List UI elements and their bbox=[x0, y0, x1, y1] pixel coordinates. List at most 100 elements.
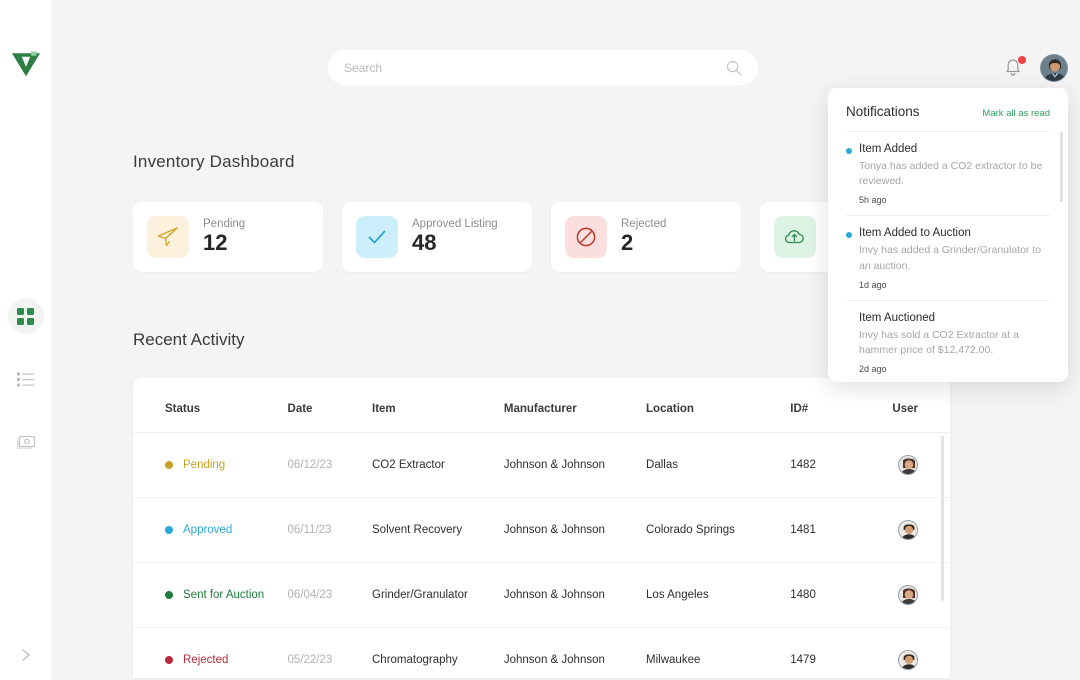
avatar-image bbox=[899, 586, 917, 604]
notifications-title: Notifications bbox=[846, 104, 920, 119]
cell-user bbox=[877, 627, 950, 678]
notifications-header: Notifications Mark all as read bbox=[828, 88, 1068, 131]
notification-title: Item Added bbox=[859, 143, 918, 155]
column-status[interactable]: Status bbox=[133, 378, 288, 433]
column-date[interactable]: Date bbox=[287, 378, 372, 433]
notification-body: Tonya has added a CO2 extractor to be re… bbox=[859, 160, 1043, 188]
cell-id: 1479 bbox=[790, 627, 878, 678]
banknote-icon bbox=[16, 435, 35, 449]
status-dot bbox=[165, 461, 173, 469]
notifications-panel: Notifications Mark all as read Item Adde… bbox=[828, 88, 1068, 382]
cell-manufacturer: Johnson & Johnson bbox=[503, 627, 647, 678]
status-badge: Pending bbox=[165, 459, 288, 471]
check-icon bbox=[368, 230, 386, 244]
stat-value: 12 bbox=[203, 230, 228, 256]
stat-card-pending[interactable]: Pending 12 bbox=[133, 202, 323, 272]
avatar[interactable] bbox=[898, 520, 918, 540]
cell-status: Rejected bbox=[133, 627, 288, 678]
cell-date: 05/22/23 bbox=[287, 627, 372, 678]
prohibited-icon bbox=[576, 227, 596, 247]
sidebar-expand-button[interactable] bbox=[0, 630, 51, 680]
status-badge: Sent for Auction bbox=[165, 589, 288, 601]
notifications-scrollbar[interactable] bbox=[1060, 132, 1063, 202]
table-body: Pending 06/12/23 CO2 Extractor Johnson &… bbox=[133, 432, 950, 678]
recent-activity-table: Status Date Item Manufacturer Location I… bbox=[133, 378, 950, 678]
table-header-row: Status Date Item Manufacturer Location I… bbox=[133, 378, 950, 433]
grid-icon bbox=[17, 307, 34, 325]
user-avatar[interactable] bbox=[1040, 54, 1068, 82]
cell-date: 06/04/23 bbox=[287, 562, 372, 628]
unread-dot bbox=[846, 148, 852, 154]
cell-location: Dallas bbox=[646, 432, 791, 498]
section-title: Recent Activity bbox=[133, 330, 245, 349]
cell-manufacturer: Johnson & Johnson bbox=[503, 432, 647, 498]
rejected-icon-wrap bbox=[565, 216, 607, 258]
avatar[interactable] bbox=[898, 650, 918, 670]
notifications-button[interactable] bbox=[1003, 56, 1026, 80]
column-id[interactable]: ID# bbox=[790, 378, 878, 433]
cell-date: 06/11/23 bbox=[287, 497, 372, 563]
notification-time: 5h ago bbox=[859, 195, 887, 206]
avatar[interactable] bbox=[898, 585, 918, 605]
status-dot bbox=[165, 526, 173, 534]
status-dot bbox=[165, 656, 173, 664]
search-icon[interactable] bbox=[726, 60, 742, 76]
sidebar-item-payments[interactable] bbox=[8, 424, 44, 460]
cell-item: CO2 Extractor bbox=[372, 432, 504, 498]
stat-card-rejected[interactable]: Rejected 2 bbox=[551, 202, 741, 272]
cell-item: Chromatography bbox=[372, 627, 504, 678]
notification-item[interactable]: Item Auctioned Invy has sold a CO2 Extra… bbox=[846, 299, 1050, 382]
cell-date: 06/12/23 bbox=[287, 432, 372, 498]
activity-table: Status Date Item Manufacturer Location I… bbox=[133, 378, 950, 678]
cell-user bbox=[877, 432, 950, 498]
table-row[interactable]: Pending 06/12/23 CO2 Extractor Johnson &… bbox=[133, 432, 950, 498]
table-row[interactable]: Sent for Auction 06/04/23 Grinder/Granul… bbox=[133, 562, 950, 628]
notification-time: 1d ago bbox=[859, 279, 887, 290]
sidebar-item-dashboard[interactable] bbox=[7, 298, 44, 334]
status-badge: Rejected bbox=[165, 654, 288, 666]
column-user[interactable]: User bbox=[877, 378, 950, 433]
page-title: Inventory Dashboard bbox=[133, 152, 295, 171]
stat-value: 2 bbox=[621, 230, 634, 256]
search-bar[interactable] bbox=[328, 50, 758, 85]
table-row[interactable]: Approved 06/11/23 Solvent Recovery Johns… bbox=[133, 497, 950, 563]
mark-all-as-read-button[interactable]: Mark all as read bbox=[982, 108, 1050, 119]
stat-label: Pending bbox=[203, 218, 246, 231]
column-location[interactable]: Location bbox=[646, 378, 791, 433]
approved-text: Approved Listing 48 bbox=[412, 218, 498, 255]
cell-status: Sent for Auction bbox=[133, 562, 288, 628]
app-logo[interactable] bbox=[8, 44, 44, 80]
notification-item[interactable]: Item Added Tonya has added a CO2 extract… bbox=[846, 131, 1050, 215]
column-item[interactable]: Item bbox=[372, 378, 504, 433]
table-scrollbar[interactable] bbox=[941, 436, 944, 601]
cloud-upload-icon bbox=[784, 230, 804, 244]
avatar-image bbox=[899, 521, 917, 539]
notifications-list: Item Added Tonya has added a CO2 extract… bbox=[828, 131, 1068, 382]
cell-location: Los Angeles bbox=[646, 562, 791, 628]
search-input[interactable] bbox=[344, 60, 726, 75]
stat-label: Approved Listing bbox=[412, 218, 498, 231]
status-label: Sent for Auction bbox=[183, 589, 265, 601]
notification-item[interactable]: Item Added to Auction Invy has added a G… bbox=[846, 215, 1050, 299]
avatar-image bbox=[899, 651, 917, 669]
avatar[interactable] bbox=[898, 455, 918, 475]
paper-plane-icon bbox=[157, 227, 178, 247]
sidebar-item-listings[interactable] bbox=[8, 361, 44, 397]
vertical-logo-icon bbox=[11, 51, 40, 77]
stat-card-approved[interactable]: Approved Listing 48 bbox=[342, 202, 532, 272]
notification-body: Invy has sold a CO2 Extractor at a hamme… bbox=[859, 328, 1019, 357]
stat-value: 48 bbox=[412, 230, 437, 256]
cell-location: Milwaukee bbox=[646, 627, 791, 678]
rejected-text: Rejected 2 bbox=[621, 218, 666, 255]
cell-status: Approved bbox=[133, 497, 288, 563]
cell-location: Colorado Springs bbox=[646, 497, 791, 563]
table-row[interactable]: Rejected 05/22/23 Chromatography Johnson… bbox=[133, 627, 950, 678]
cell-manufacturer: Johnson & Johnson bbox=[503, 497, 647, 563]
approved-icon-wrap bbox=[356, 216, 398, 258]
column-manufacturer[interactable]: Manufacturer bbox=[503, 378, 647, 433]
cell-user bbox=[877, 562, 950, 628]
avatar-image bbox=[899, 456, 917, 474]
topbar-actions bbox=[1003, 54, 1068, 82]
notification-title: Item Auctioned bbox=[859, 311, 936, 324]
status-dot bbox=[165, 591, 173, 599]
